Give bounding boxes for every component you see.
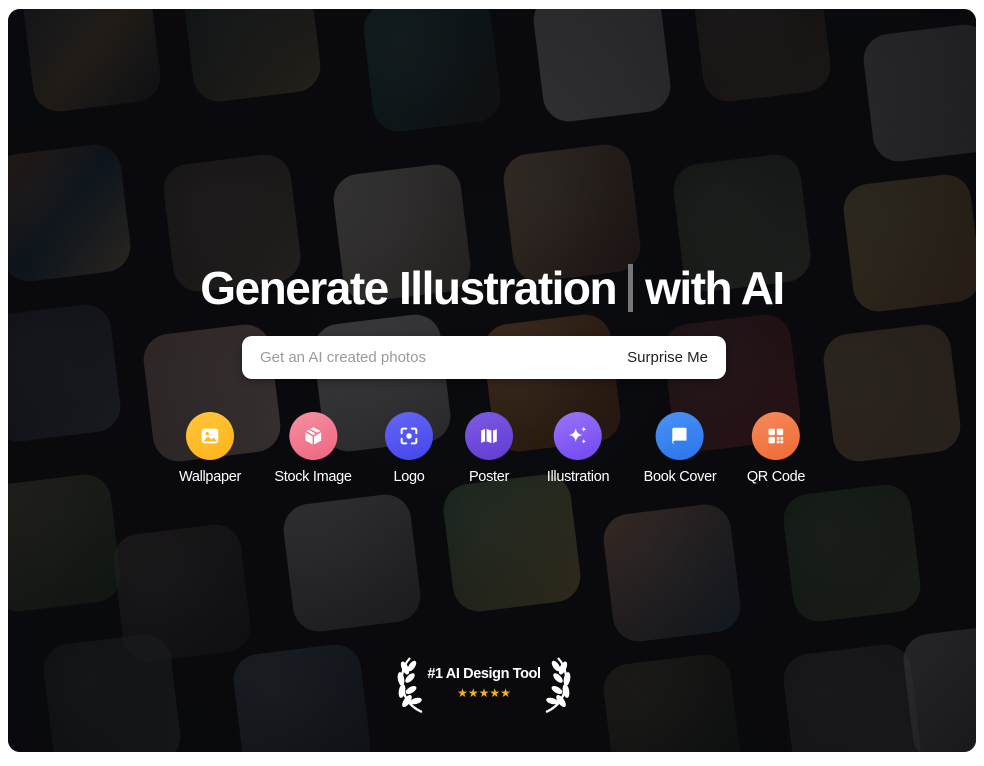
category-icon-circle (465, 412, 513, 460)
hero-heading: Generate Illustration with AI (0, 258, 984, 318)
laurel-right-icon (545, 657, 571, 714)
category-icon-circle (655, 412, 704, 460)
headline-text: Generate Illustration (200, 262, 617, 314)
category-illustration[interactable]: Illustration (547, 412, 610, 485)
category-label: Book Cover (643, 469, 717, 485)
category-label: Illustration (546, 469, 610, 485)
category-qr-code[interactable]: QR Code (747, 412, 805, 485)
category-icon-circle (554, 412, 602, 460)
prompt-search-bar: Surprise Me (242, 335, 726, 380)
category-icon-circle (752, 412, 800, 460)
category-list: Wallpaper Stock Image Logo Poster Illust… (0, 412, 984, 492)
dark-overlay (8, 9, 976, 752)
category-icon-circle (385, 412, 433, 460)
category-logo[interactable]: Logo (385, 412, 433, 485)
category-label: Poster (468, 469, 510, 485)
book-icon (672, 427, 687, 445)
laurel-left-icon (397, 657, 423, 714)
category-label: QR Code (746, 469, 806, 485)
headline: Generate Illustration with AI (200, 258, 785, 318)
prompt-input[interactable] (242, 335, 618, 380)
category-label: Wallpaper (178, 469, 242, 485)
map-icon (481, 428, 497, 444)
focus-icon (400, 427, 418, 445)
qr-icon (768, 428, 784, 444)
category-stock-image[interactable]: Stock Image (274, 412, 352, 485)
image-icon (201, 428, 219, 444)
category-poster[interactable]: Poster (465, 412, 513, 485)
surprise-me-button[interactable]: Surprise Me (617, 336, 726, 379)
headline-suffix: with AI (645, 262, 785, 314)
cube-icon (304, 427, 322, 445)
category-icon-circle (288, 412, 337, 460)
hero-banner (8, 9, 976, 752)
sparkles-icon (569, 426, 587, 444)
typing-cursor (628, 264, 634, 312)
category-book-cover[interactable]: Book Cover (644, 412, 717, 485)
category-wallpaper[interactable]: Wallpaper (179, 412, 241, 485)
category-label: Stock Image (274, 469, 352, 485)
category-label: Logo (393, 469, 425, 485)
category-icon-circle (185, 412, 234, 460)
award-badge: #1 AI Design Tool ★★★★★ (396, 654, 572, 714)
